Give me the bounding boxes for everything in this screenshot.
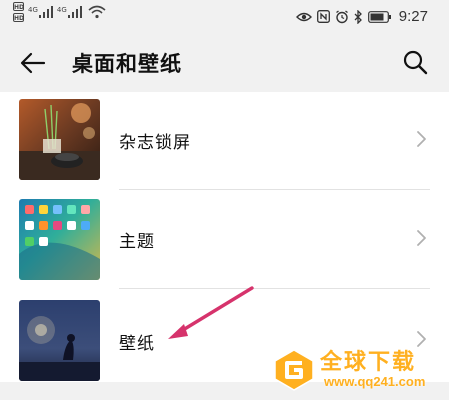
- hd-badge: HD: [13, 2, 25, 11]
- search-icon: [403, 50, 428, 75]
- signal-2-label: 4G: [56, 6, 67, 14]
- battery-icon: [367, 10, 391, 23]
- chevron-right-icon: [417, 131, 426, 147]
- wallpaper-thumbnail: [19, 300, 100, 381]
- list-item-magazine-lockscreen[interactable]: 杂志锁屏: [0, 92, 449, 187]
- signal-bars-icon: [38, 6, 53, 18]
- magazine-lockscreen-thumbnail: [19, 99, 100, 180]
- arrow-left-icon: [20, 52, 46, 74]
- watermark-text: 全球下载: [320, 350, 417, 375]
- list-item-theme[interactable]: 主题: [0, 191, 449, 286]
- signal-1-label: 4G: [28, 6, 38, 14]
- status-bar: HD HD 4G 4G 9:27: [0, 0, 449, 34]
- screen: HD HD 4G 4G 9:27 桌面和壁纸 杂志锁屏 主题 壁纸 全球下载 w…: [0, 0, 449, 400]
- divider: [119, 189, 430, 190]
- bluetooth-icon: [354, 9, 362, 24]
- status-right: 9:27: [295, 8, 428, 25]
- eye-comfort-icon: [295, 12, 312, 21]
- annotation-arrow-icon: [168, 286, 254, 339]
- status-time: 9:27: [398, 8, 428, 25]
- list-item-label: 壁纸: [119, 334, 155, 354]
- signal-1: 4G: [28, 6, 53, 18]
- app-header: 桌面和壁纸: [0, 34, 449, 92]
- watermark-url: www.qq241.com: [324, 374, 426, 389]
- status-left: HD HD 4G 4G: [13, 2, 106, 22]
- search-button[interactable]: [399, 46, 431, 78]
- watermark: 全球下载 www.qq241.com: [268, 344, 449, 400]
- hd-badge: HD: [13, 13, 25, 22]
- back-button[interactable]: [17, 47, 49, 79]
- theme-thumbnail: [19, 199, 100, 280]
- hd-indicators: HD HD: [13, 2, 24, 22]
- wifi-icon: [88, 5, 106, 19]
- chevron-right-icon: [417, 230, 426, 246]
- watermark-logo-icon: [274, 349, 314, 391]
- list-item-label: 主题: [119, 232, 155, 252]
- list-item-label: 杂志锁屏: [119, 133, 191, 153]
- signal-bars-icon: [67, 6, 82, 18]
- page-title: 桌面和壁纸: [72, 52, 182, 76]
- alarm-icon: [335, 9, 348, 23]
- signal-2: 4G: [57, 6, 82, 18]
- nfc-icon: [316, 10, 330, 23]
